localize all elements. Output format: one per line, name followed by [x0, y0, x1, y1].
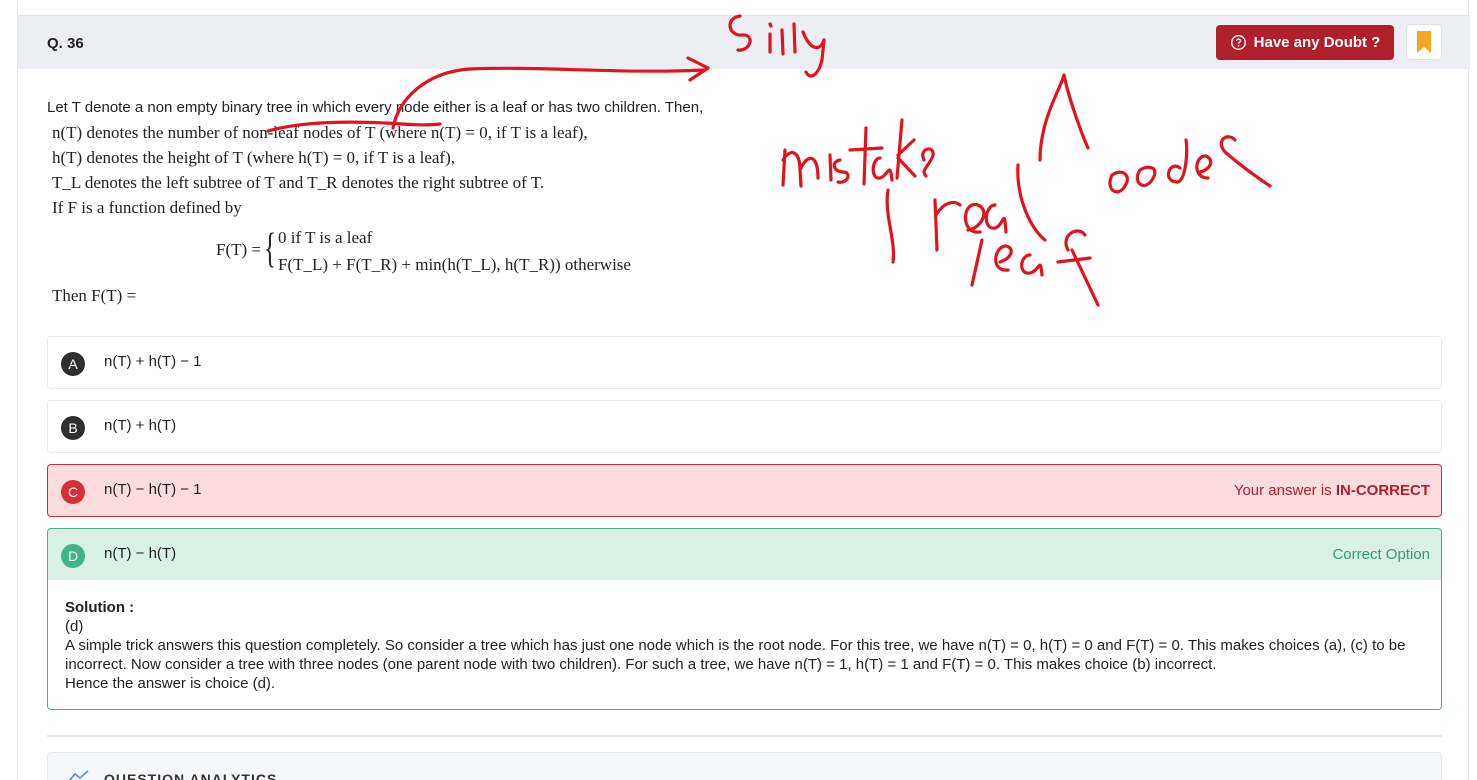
formula-brace: { — [264, 226, 277, 272]
question-analytics-section[interactable]: QUESTION ANALYTICS — [47, 752, 1442, 780]
formula-case-otherwise: F(T_L) + F(T_R) + min(h(T_L), h(T_R)) ot… — [278, 255, 631, 274]
solution-conclusion: Hence the answer is choice (d). — [65, 675, 276, 692]
question-header: Q. 36 Have any Doubt ? — [18, 15, 1470, 69]
option-b[interactable]: B n(T) + h(T) — [47, 400, 1442, 453]
have-doubt-button[interactable]: Have any Doubt ? — [1216, 25, 1394, 60]
option-a-text: n(T) + h(T) − 1 — [104, 353, 202, 370]
solution-heading: Solution : — [65, 599, 135, 616]
option-c-text: n(T) − h(T) − 1 — [104, 481, 202, 498]
incorrect-status-strong: IN-CORRECT — [1335, 482, 1430, 499]
solution-panel: Solution : (d) A simple trick answers th… — [47, 580, 1442, 710]
question-intro: Let T denote a non empty binary tree in … — [47, 99, 704, 116]
solution-explanation: A simple trick answers this question com… — [65, 637, 1406, 673]
bookmark-button[interactable] — [1406, 24, 1442, 60]
option-c[interactable]: C n(T) − h(T) − 1 Your answer is IN-CORR… — [47, 464, 1442, 517]
formula-lhs: F(T) = — [216, 240, 261, 259]
question-line-4: If F is a function defined by — [52, 198, 242, 217]
incorrect-status-prefix: Your answer is — [1233, 482, 1336, 499]
option-a-badge: A — [61, 352, 85, 376]
analytics-title: QUESTION ANALYTICS — [104, 771, 278, 780]
have-doubt-label: Have any Doubt ? — [1253, 34, 1381, 51]
option-d[interactable]: D n(T) − h(T) Correct Option — [47, 528, 1442, 581]
option-c-badge: C — [61, 480, 85, 504]
question-page: Q. 36 Have any Doubt ? Let T denote a no… — [17, 0, 1470, 780]
question-line-1: n(T) denotes the number of non-leaf node… — [52, 123, 588, 142]
option-d-text: n(T) − h(T) — [104, 545, 177, 562]
analytics-icon — [68, 770, 89, 780]
solution-answer: (d) — [65, 618, 84, 635]
option-b-text: n(T) + h(T) — [104, 417, 177, 434]
question-line-2: h(T) denotes the height of T (where h(T)… — [52, 148, 455, 167]
question-line-3: T_L denotes the left subtree of T and T_… — [52, 173, 545, 192]
incorrect-status: Your answer is IN-CORRECT — [1234, 482, 1430, 499]
question-prompt: Then F(T) = — [52, 286, 137, 305]
question-number: Q. 36 — [47, 35, 84, 52]
formula-case-leaf: 0 if T is a leaf — [278, 228, 373, 247]
option-a[interactable]: A n(T) + h(T) − 1 — [47, 336, 1442, 389]
question-bubble-icon — [1230, 35, 1246, 50]
option-b-badge: B — [61, 416, 85, 440]
bookmark-icon — [1417, 31, 1431, 53]
question-body: Let T denote a non empty binary tree in … — [47, 98, 807, 220]
correct-status: Correct Option — [1332, 546, 1430, 563]
option-d-badge: D — [61, 544, 85, 568]
section-divider — [47, 735, 1442, 737]
